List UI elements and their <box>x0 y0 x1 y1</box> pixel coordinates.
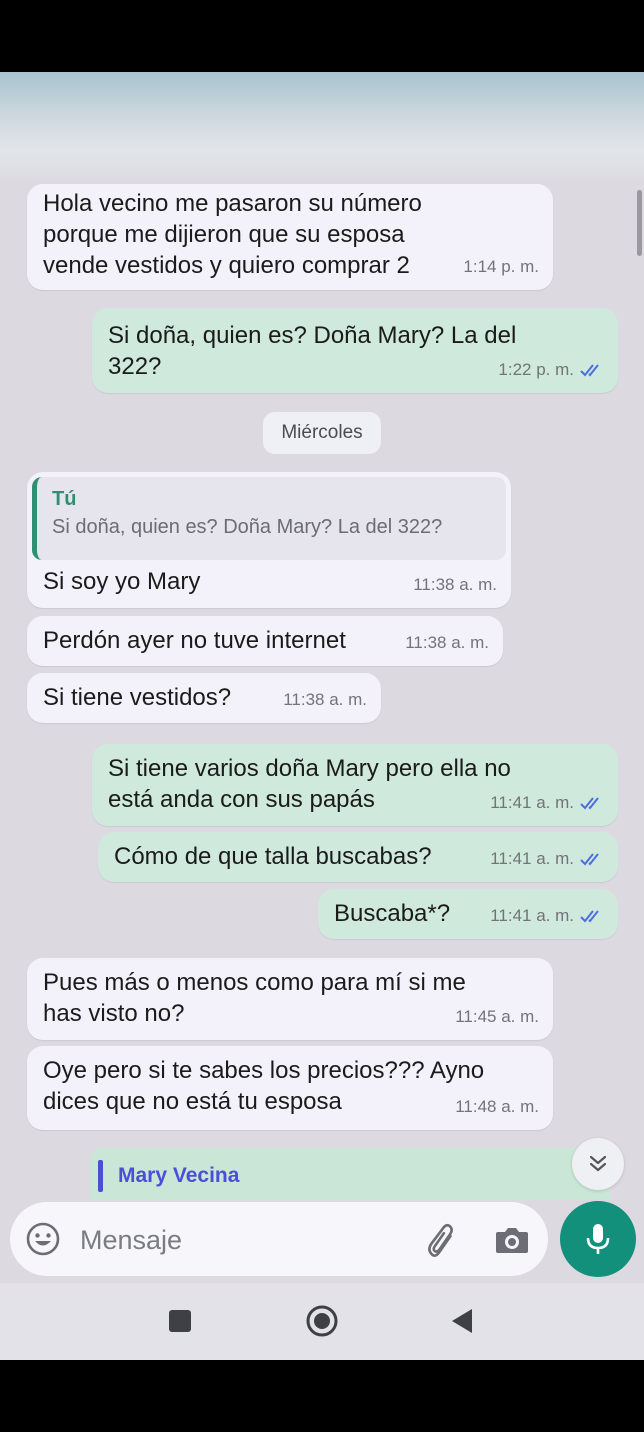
message-time: 11:38 a. m. <box>413 575 497 594</box>
message-meta: 11:38 a. m. <box>413 569 497 600</box>
double-check-icon <box>580 796 599 809</box>
microphone-icon <box>586 1224 610 1254</box>
emoji-icon[interactable] <box>24 1220 62 1258</box>
message-meta: 11:48 a. m. <box>455 1091 539 1122</box>
reply-preview-bar <box>98 1160 103 1192</box>
quoted-message[interactable]: Tú Si doña, quien es? Doña Mary? La del … <box>32 477 506 560</box>
message-time: 11:38 a. m. <box>405 633 489 652</box>
message-meta: 11:41 a. m. <box>490 843 604 874</box>
message-incoming[interactable]: Si tiene vestidos? 11:38 a. m. <box>27 673 381 723</box>
message-outgoing[interactable]: Buscaba*? 11:41 a. m. <box>318 889 618 939</box>
paperclip-icon[interactable] <box>420 1220 460 1260</box>
triangle-back-icon <box>452 1309 472 1333</box>
message-time: 11:41 a. m. <box>490 793 574 812</box>
message-text: Hola vecino me pasaron su número porque … <box>43 190 422 279</box>
message-text: Si tiene varios doña Mary pero ella no e… <box>108 755 511 813</box>
scrollbar-thumb[interactable] <box>637 190 642 256</box>
message-time: 11:41 a. m. <box>490 849 574 868</box>
message-meta: 11:41 a. m. <box>490 787 604 818</box>
message-time: 11:41 a. m. <box>490 906 574 925</box>
message-text: Pues más o menos como para mí si me has … <box>43 969 466 1027</box>
message-time: 1:14 p. m. <box>463 257 539 276</box>
message-outgoing[interactable]: Si doña, quien es? Doña Mary? La del 322… <box>92 308 618 393</box>
message-text: Si soy yo Mary <box>43 568 201 595</box>
message-time: 11:45 a. m. <box>455 1007 539 1026</box>
message-composer <box>10 1202 548 1276</box>
message-time: 1:22 p. m. <box>498 360 574 379</box>
recents-button[interactable] <box>160 1301 200 1341</box>
double-check-icon <box>580 852 599 865</box>
message-meta: 11:41 a. m. <box>490 900 604 931</box>
message-input[interactable] <box>78 1218 402 1262</box>
scroll-to-bottom-button[interactable] <box>572 1138 624 1190</box>
camera-icon[interactable] <box>492 1220 532 1260</box>
double-check-icon <box>580 909 599 922</box>
quoted-author: Tú <box>52 488 77 510</box>
message-meta: 11:38 a. m. <box>405 627 489 658</box>
message-time: 11:38 a. m. <box>283 690 367 709</box>
message-outgoing[interactable]: Cómo de que talla buscabas? 11:41 a. m. <box>98 832 618 882</box>
message-outgoing[interactable]: Si tiene varios doña Mary pero ella no e… <box>92 744 618 826</box>
square-icon <box>169 1310 191 1332</box>
message-incoming-with-reply[interactable]: Tú Si doña, quien es? Doña Mary? La del … <box>27 472 511 608</box>
message-meta: 1:14 p. m. <box>463 251 539 282</box>
reply-preview-author: Mary Vecina <box>118 1164 240 1187</box>
system-navigation-bar <box>0 1283 644 1360</box>
day-separator: Miércoles <box>263 412 381 454</box>
message-meta: 11:45 a. m. <box>455 1001 539 1032</box>
message-incoming[interactable]: Hola vecino me pasaron su número porque … <box>27 184 553 290</box>
chat-screen: Hola vecino me pasaron su número porque … <box>0 72 644 1360</box>
home-button[interactable] <box>302 1301 342 1341</box>
double-check-icon <box>580 363 599 376</box>
message-incoming[interactable]: Oye pero si te sabes los precios??? Ayno… <box>27 1046 553 1130</box>
back-button[interactable] <box>442 1301 482 1341</box>
double-chevron-down-icon <box>589 1155 607 1172</box>
reply-preview[interactable]: Mary Vecina <box>90 1148 610 1200</box>
message-incoming[interactable]: Pues más o menos como para mí si me has … <box>27 958 553 1040</box>
quoted-text: Si doña, quien es? Doña Mary? La del 322… <box>52 516 443 538</box>
chat-wallpaper <box>0 72 644 184</box>
message-text: Si doña, quien es? Doña Mary? La del 322… <box>108 322 517 380</box>
voice-message-button[interactable] <box>560 1201 636 1277</box>
message-time: 11:48 a. m. <box>455 1097 539 1116</box>
message-incoming[interactable]: Perdón ayer no tuve internet 11:38 a. m. <box>27 616 503 666</box>
message-text: Oye pero si te sabes los precios??? Ayno… <box>43 1057 485 1115</box>
message-meta: 1:22 p. m. <box>498 354 604 385</box>
message-meta: 11:38 a. m. <box>283 684 367 715</box>
circle-icon <box>306 1305 338 1337</box>
